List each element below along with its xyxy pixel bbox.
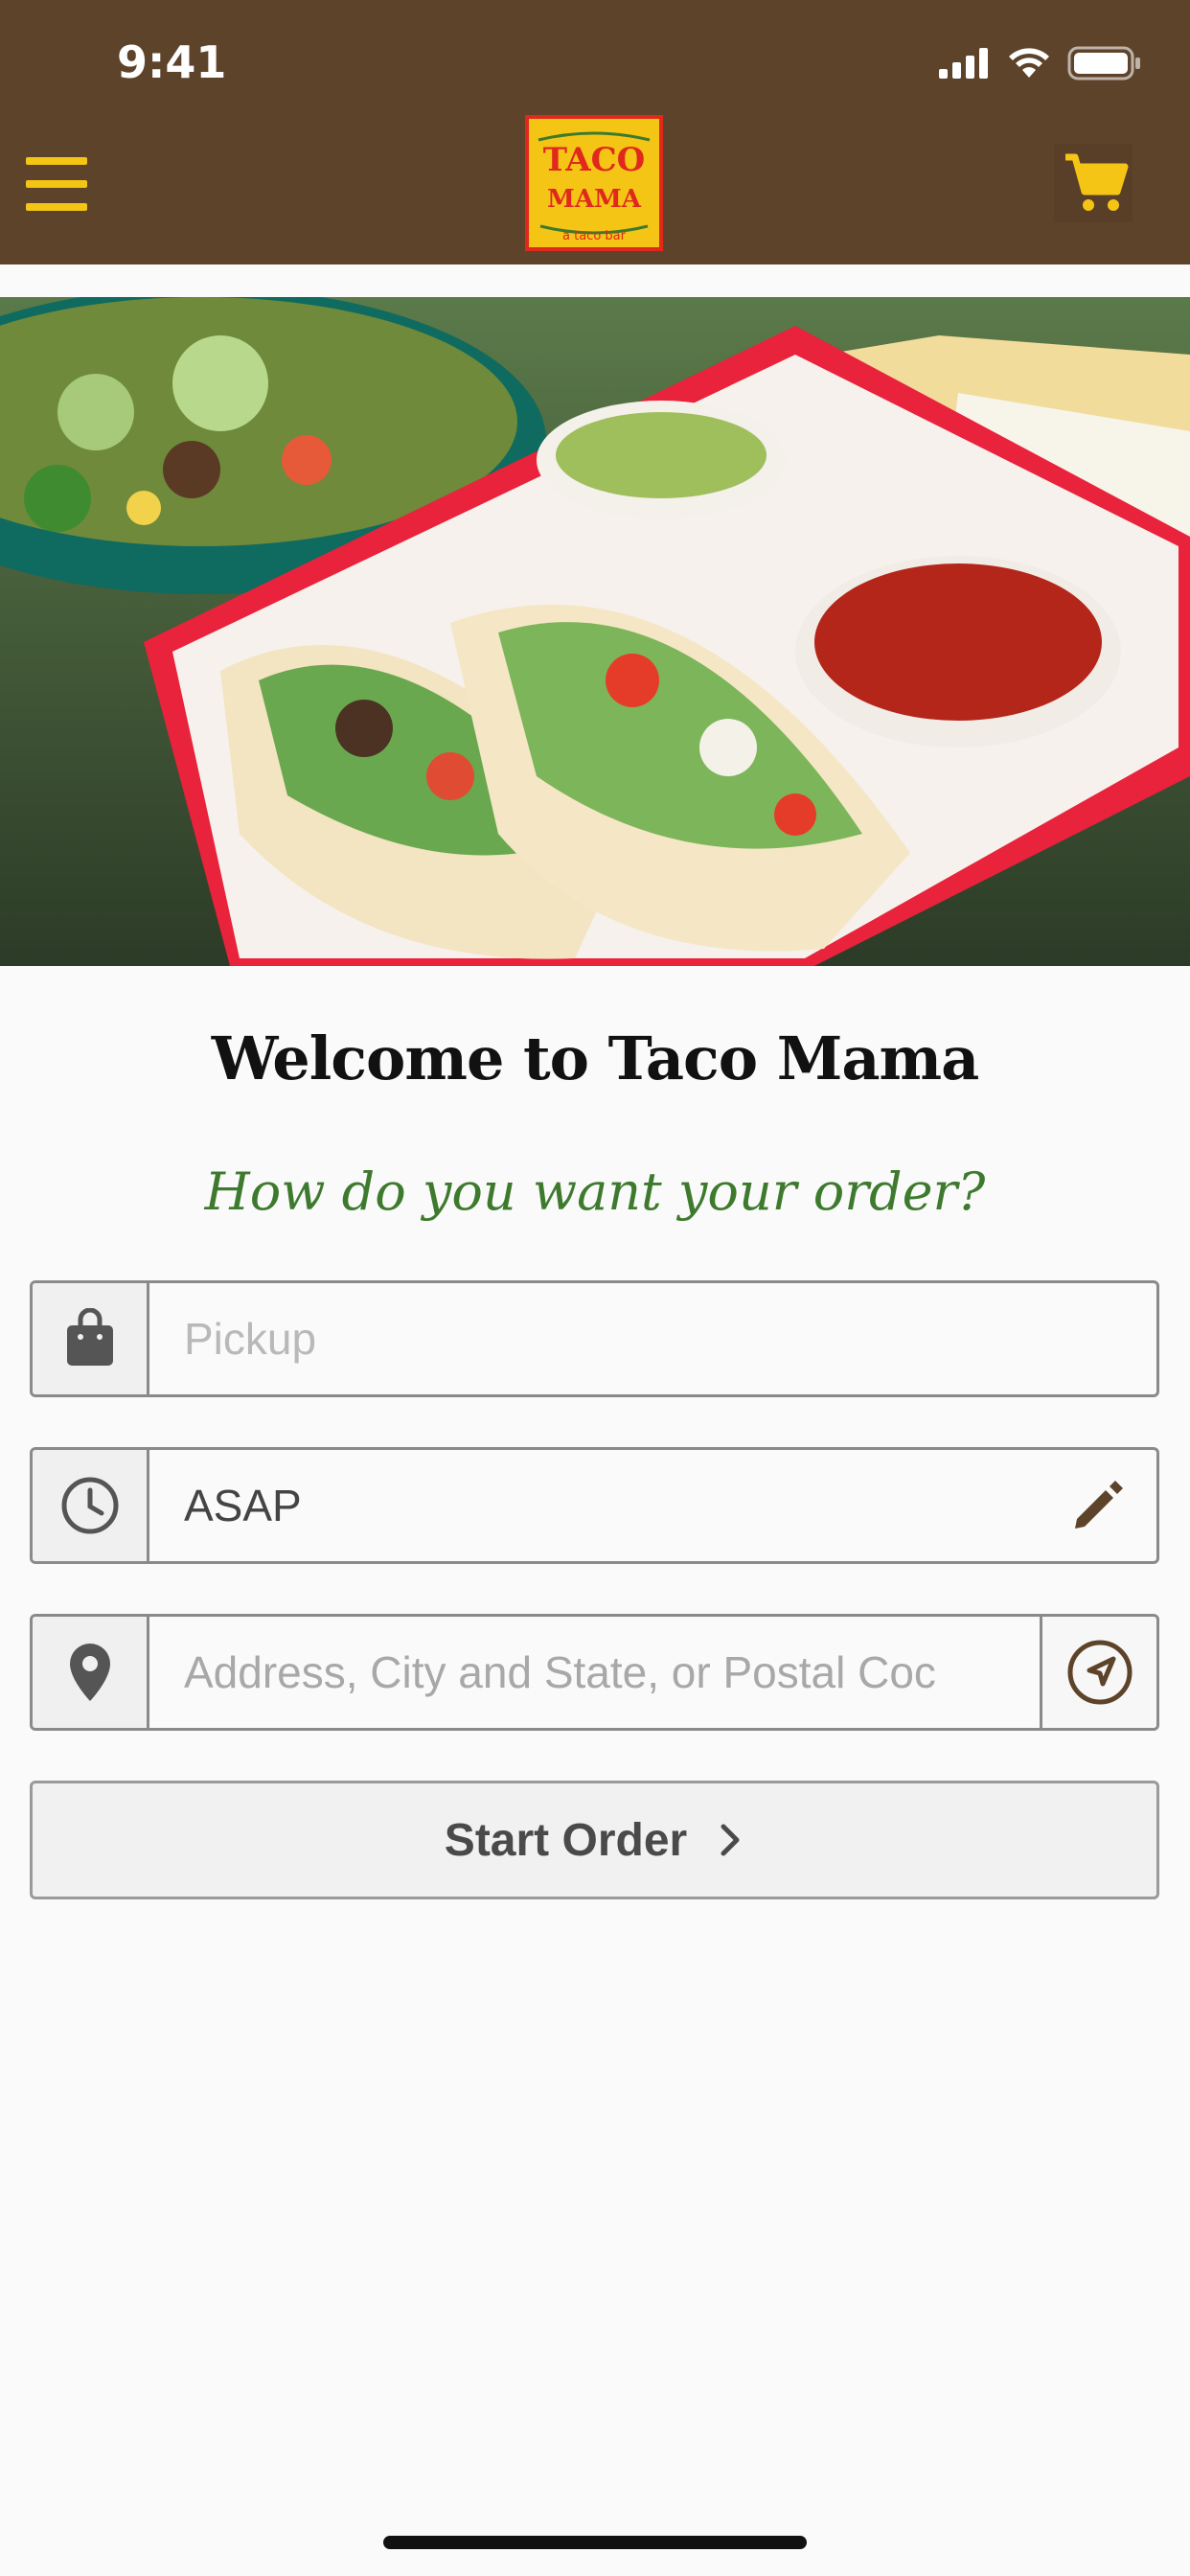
navigation-arrow-icon xyxy=(1067,1640,1132,1705)
order-question: How do you want your order? xyxy=(204,1162,986,1222)
locate-me-button[interactable] xyxy=(1040,1617,1156,1728)
logo-line2: MAMA xyxy=(547,185,642,214)
chevron-right-icon xyxy=(721,1824,740,1856)
home-indicator xyxy=(383,2536,807,2549)
order-time-icon-box xyxy=(33,1450,149,1561)
clock-icon xyxy=(61,1477,118,1534)
app-header: 9:41 TACO MAMA a taco bar xyxy=(0,0,1190,264)
hero-food-photo xyxy=(0,297,1190,966)
cellular-signal-icon xyxy=(939,48,988,79)
taco-mama-logo: TACO MAMA a taco bar xyxy=(525,115,663,251)
map-pin-icon xyxy=(69,1644,110,1701)
address-icon-box xyxy=(33,1617,149,1728)
order-time-field[interactable]: ASAP xyxy=(30,1447,1159,1564)
start-order-label: Start Order xyxy=(444,1814,688,1866)
status-icons xyxy=(939,44,1142,82)
hamburger-menu-icon xyxy=(26,157,87,211)
status-time: 9:41 xyxy=(117,36,227,88)
edit-time-button[interactable] xyxy=(1040,1450,1156,1561)
order-type-placeholder: Pickup xyxy=(184,1314,317,1364)
order-type-field[interactable]: Pickup xyxy=(30,1280,1159,1397)
tacos-illustration xyxy=(0,297,1190,966)
logo-artwork: TACO MAMA a taco bar xyxy=(538,131,651,243)
start-order-button[interactable]: Start Order xyxy=(30,1781,1159,1899)
address-field[interactable]: Address, City and State, or Postal Coc xyxy=(30,1614,1159,1731)
cart-button[interactable] xyxy=(1054,144,1133,222)
welcome-title: Welcome to Taco Mama xyxy=(211,1024,980,1093)
pencil-icon xyxy=(1075,1481,1123,1529)
shopping-bag-icon xyxy=(66,1308,113,1366)
order-time-value: ASAP xyxy=(184,1481,302,1530)
logo-tagline: a taco bar xyxy=(562,229,627,243)
shopping-cart-icon xyxy=(1065,153,1129,211)
logo-line1: TACO xyxy=(543,141,646,179)
order-type-icon-box xyxy=(33,1283,149,1394)
battery-icon xyxy=(1067,46,1140,80)
wifi-icon xyxy=(1009,48,1049,78)
address-input[interactable]: Address, City and State, or Postal Coc xyxy=(149,1617,1040,1728)
menu-button[interactable] xyxy=(23,153,90,215)
